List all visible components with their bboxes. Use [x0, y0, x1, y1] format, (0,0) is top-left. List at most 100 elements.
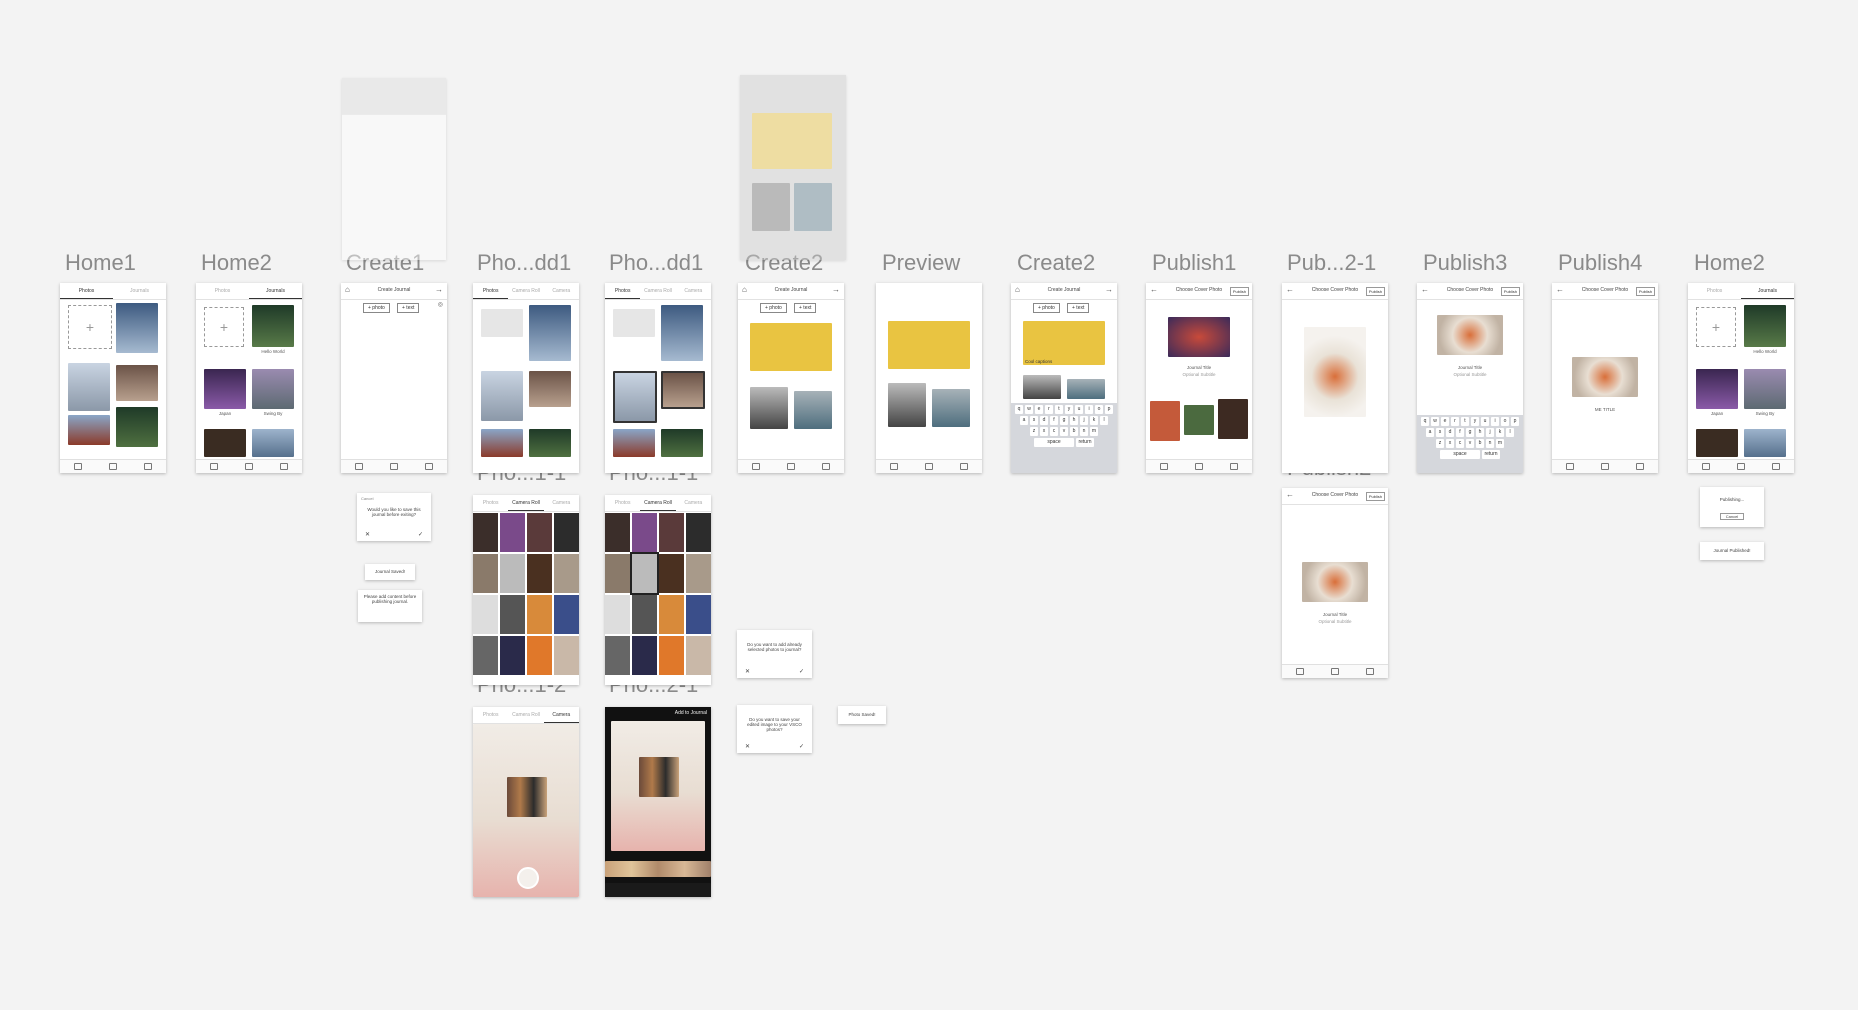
key-l[interactable]: l — [1506, 428, 1514, 437]
key-n[interactable]: n — [1486, 439, 1494, 448]
gallery-icon[interactable] — [1600, 463, 1609, 470]
cover-photo[interactable] — [1437, 315, 1503, 355]
feed-icon[interactable] — [1295, 668, 1304, 675]
tab-photos[interactable]: Photos — [60, 283, 113, 299]
roll-photo[interactable] — [659, 595, 684, 634]
thumb-3[interactable] — [1218, 399, 1248, 439]
feed-icon[interactable] — [209, 463, 218, 470]
check-icon[interactable]: ✓ — [418, 531, 423, 538]
tab-camera[interactable]: Camera — [676, 283, 711, 299]
journal-cover-japan[interactable] — [1696, 369, 1738, 409]
key-p[interactable]: p — [1511, 417, 1519, 426]
journal-cover-hello[interactable] — [1744, 305, 1786, 347]
preview-eye-icon[interactable]: ◎ — [438, 301, 443, 308]
key-i[interactable]: i — [1085, 405, 1093, 414]
tab-camera-roll[interactable]: Camera Roll — [508, 283, 543, 299]
key-o[interactable]: o — [1501, 417, 1509, 426]
key-u[interactable]: u — [1481, 417, 1489, 426]
yellow-photo[interactable] — [750, 323, 832, 371]
tab-photos[interactable]: Photos — [605, 283, 641, 299]
close-icon[interactable]: ✕ — [745, 743, 750, 750]
space-key[interactable]: space — [1440, 450, 1480, 459]
roll-photo[interactable] — [527, 513, 552, 552]
gallery-icon[interactable] — [389, 463, 398, 470]
key-f[interactable]: f — [1456, 428, 1464, 437]
key-q[interactable]: q — [1015, 405, 1023, 414]
tab-camera[interactable]: Camera — [544, 283, 579, 299]
filter-strip[interactable] — [605, 861, 711, 877]
roll-photo[interactable] — [473, 595, 498, 634]
feed-icon[interactable] — [73, 463, 82, 470]
return-key[interactable]: return — [1076, 438, 1094, 447]
tab-camera-roll[interactable]: Camera Roll — [508, 495, 544, 511]
roll-photo[interactable] — [554, 595, 579, 634]
forward-arrow-icon[interactable]: → — [832, 285, 840, 294]
journal-cover-swing[interactable] — [252, 369, 294, 409]
profile-icon[interactable] — [1230, 463, 1239, 470]
roll-photo[interactable] — [605, 513, 630, 552]
new-journal-placeholder[interactable]: + — [204, 307, 244, 347]
caption-input[interactable]: Cool captions — [1025, 359, 1052, 364]
cancel-button[interactable]: Cancel — [1720, 513, 1744, 520]
gallery-icon[interactable] — [1330, 668, 1339, 675]
tab-camera[interactable]: Camera — [676, 495, 711, 511]
add-photo-button[interactable]: + photo — [1033, 303, 1060, 313]
publish-button[interactable]: Publish — [1365, 287, 1385, 296]
castle-photo[interactable] — [68, 363, 110, 411]
tab-journals[interactable]: Journals — [113, 283, 166, 299]
key-w[interactable]: w — [1025, 405, 1033, 414]
profile-icon[interactable] — [280, 463, 289, 470]
publish-button[interactable]: Publish — [1635, 287, 1655, 296]
profile-icon[interactable] — [1366, 668, 1375, 675]
return-key[interactable]: return — [1482, 450, 1500, 459]
add-text-button[interactable]: + text — [397, 303, 420, 313]
publish-button[interactable]: Publish — [1229, 287, 1249, 296]
dog-photo[interactable] — [529, 371, 571, 407]
key-t[interactable]: t — [1461, 417, 1469, 426]
tab-photos[interactable]: Photos — [473, 283, 509, 299]
key-v[interactable]: v — [1466, 439, 1474, 448]
rock-photo[interactable] — [750, 387, 788, 429]
key-y[interactable]: y — [1471, 417, 1479, 426]
tab-journals[interactable]: Journals — [1741, 283, 1794, 299]
kremlin-photo[interactable] — [481, 429, 523, 457]
profile-icon[interactable] — [144, 463, 153, 470]
journal-subtitle-field[interactable]: Optional Subtitle — [1417, 372, 1523, 377]
add-text-button[interactable]: + text — [1067, 303, 1090, 313]
key-k[interactable]: k — [1090, 416, 1098, 425]
key-g[interactable]: g — [1466, 428, 1474, 437]
tab-photos[interactable]: Photos — [473, 707, 508, 723]
gallery-icon[interactable] — [924, 463, 933, 470]
journal-cover-interior[interactable] — [204, 429, 246, 457]
roll-photo[interactable] — [527, 595, 552, 634]
journal-cover-mountain[interactable] — [252, 429, 294, 457]
key-c[interactable]: c — [1456, 439, 1464, 448]
feed-icon[interactable] — [1159, 463, 1168, 470]
tab-photos[interactable]: Photos — [1688, 283, 1741, 299]
forest-photo[interactable] — [661, 429, 703, 457]
roll-photo[interactable] — [500, 554, 525, 593]
feed-icon[interactable] — [1701, 463, 1710, 470]
add-photo-button[interactable]: + photo — [363, 303, 390, 313]
key-e[interactable]: e — [1441, 417, 1449, 426]
check-icon[interactable]: ✓ — [799, 743, 804, 750]
forward-arrow-icon[interactable]: → — [435, 285, 443, 294]
publish-button[interactable]: Publish — [1365, 492, 1385, 501]
tab-photos[interactable]: Photos — [605, 495, 640, 511]
roll-photo[interactable] — [554, 513, 579, 552]
snow-road-photo[interactable] — [529, 305, 571, 361]
roll-photo[interactable] — [686, 595, 711, 634]
roll-photo[interactable] — [686, 554, 711, 593]
journal-cover-hello[interactable] — [252, 305, 294, 347]
key-r[interactable]: r — [1451, 417, 1459, 426]
shutter-button[interactable] — [517, 867, 539, 889]
roll-photo[interactable] — [605, 595, 630, 634]
castle-photo-selected[interactable] — [613, 371, 657, 423]
gallery-icon[interactable] — [1736, 463, 1745, 470]
tab-camera-roll[interactable]: Camera Roll — [508, 707, 543, 723]
key-b[interactable]: b — [1476, 439, 1484, 448]
profile-icon[interactable] — [960, 463, 969, 470]
key-j[interactable]: j — [1486, 428, 1494, 437]
selected-placeholder-photo[interactable] — [481, 309, 523, 337]
journal-title-field[interactable]: Journal Title — [1417, 365, 1523, 370]
